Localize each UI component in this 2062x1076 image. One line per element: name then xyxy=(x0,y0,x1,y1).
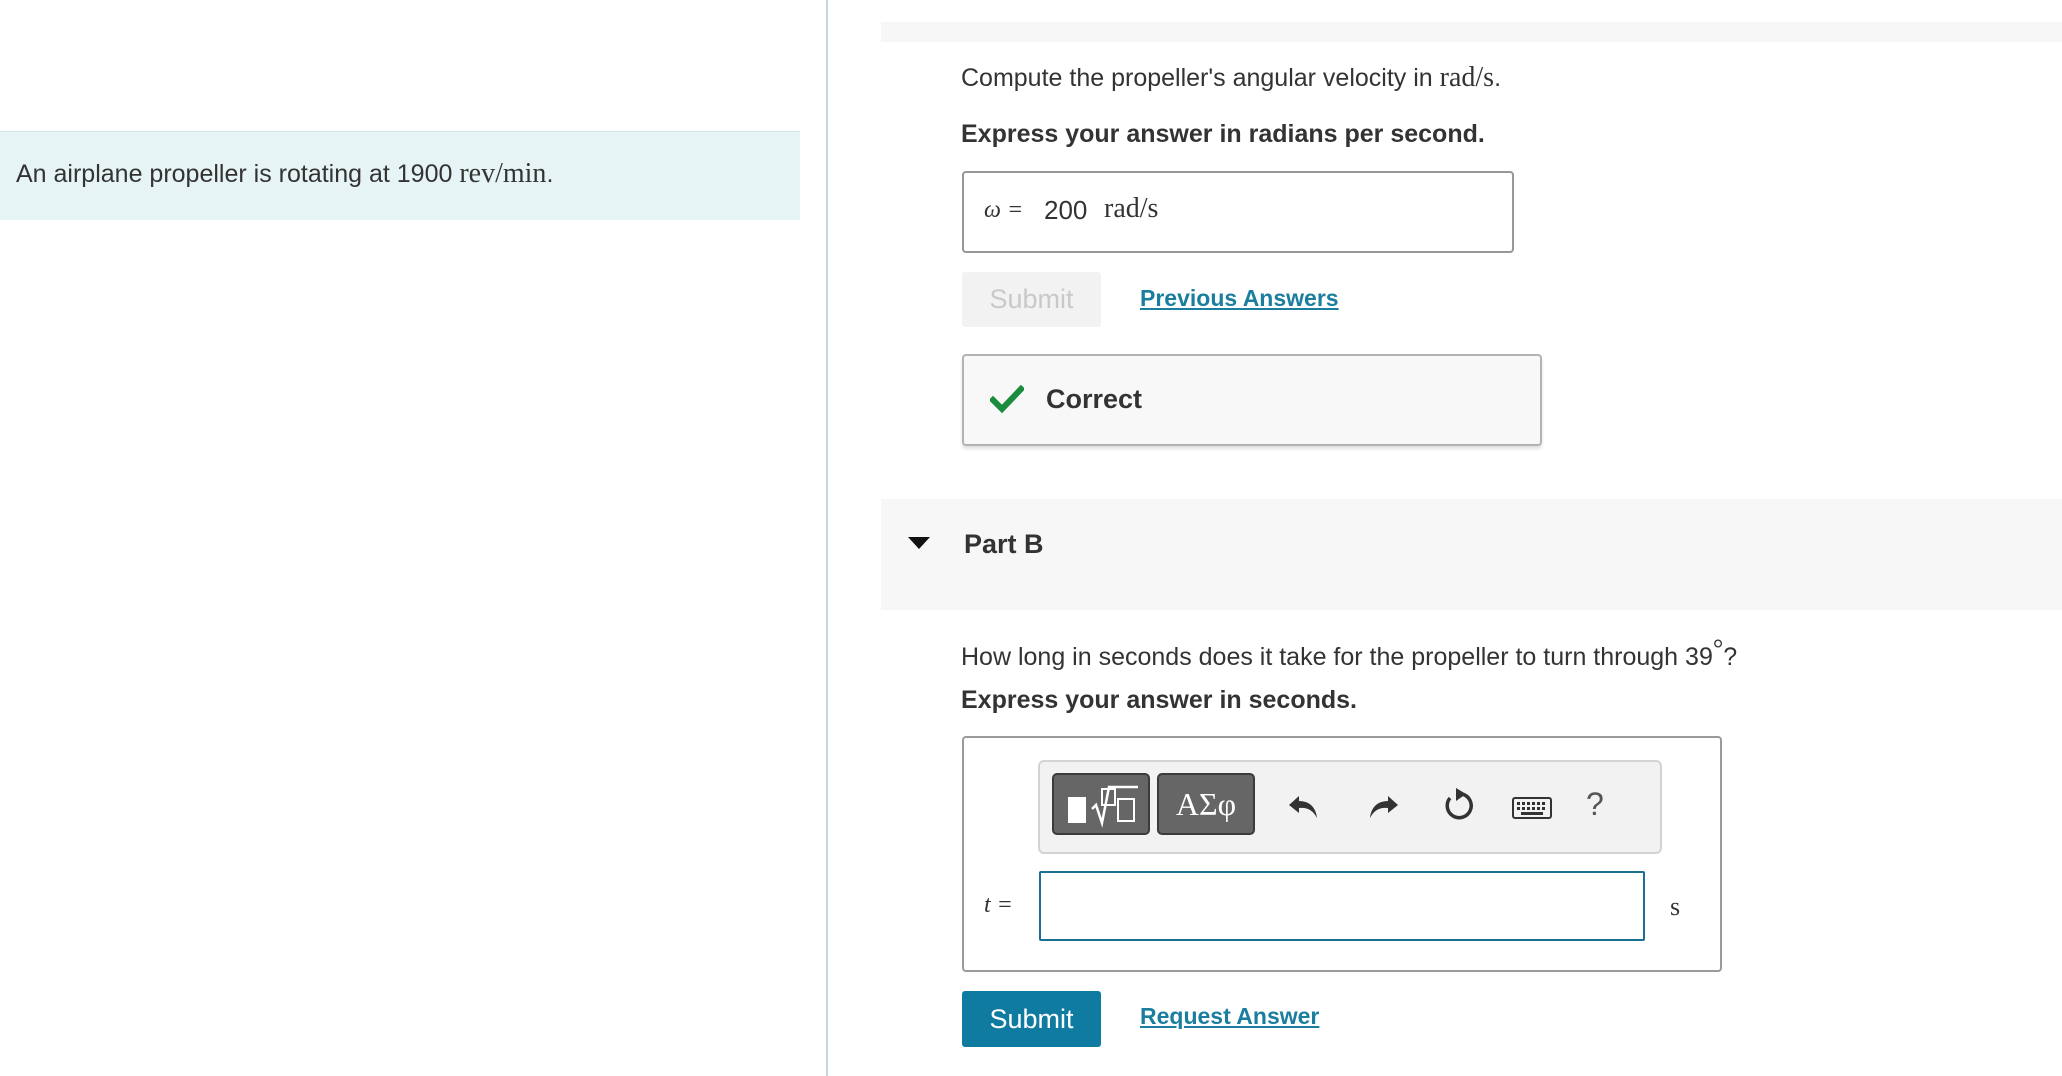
part-a-answer-box: ω = 200 rad/s xyxy=(962,171,1514,253)
request-answer-link[interactable]: Request Answer xyxy=(1140,1003,1319,1030)
panel-divider xyxy=(826,0,828,1076)
intro-text: An airplane propeller is rotating at 190… xyxy=(16,158,553,190)
part-b-instruction: Express your answer in seconds. xyxy=(961,686,1357,714)
omega-label: ω = xyxy=(984,197,1024,223)
feedback-box: Correct xyxy=(962,354,1542,446)
part-b-answer-unit: s xyxy=(1670,892,1681,921)
part-a-submit-button: Submit xyxy=(962,272,1101,327)
redo-icon[interactable] xyxy=(1362,786,1402,826)
part-b-submit-button[interactable]: Submit xyxy=(962,991,1101,1047)
intro-period: . xyxy=(546,160,554,188)
part-b-question-text: How long in seconds does it take for the… xyxy=(961,643,1713,671)
part-b-answer-box: ΑΣφ ? t = s xyxy=(962,736,1722,972)
reset-icon[interactable] xyxy=(1438,786,1478,826)
feedback-label: Correct xyxy=(1046,384,1143,414)
part-a-question-period: . xyxy=(1494,64,1502,92)
keyboard-icon[interactable] xyxy=(1510,786,1554,826)
greek-symbols-button[interactable]: ΑΣφ xyxy=(1157,773,1255,835)
intro-unit: rev/min xyxy=(459,158,547,189)
problem-intro: An airplane propeller is rotating at 190… xyxy=(0,131,800,220)
part-a-question-text: Compute the propeller's angular velocity… xyxy=(961,64,1440,92)
previous-answers-link[interactable]: Previous Answers xyxy=(1140,285,1339,312)
part-b-header[interactable]: Part B xyxy=(881,499,2062,610)
part-b-question-mark: ? xyxy=(1723,643,1738,671)
undo-icon[interactable] xyxy=(1285,786,1325,826)
checkmark-icon xyxy=(990,384,1024,414)
part-a-header-strip xyxy=(881,22,2062,42)
t-label: t = xyxy=(984,892,1013,918)
part-b-answer-input[interactable] xyxy=(1039,871,1645,941)
part-a-question-unit: rad/s xyxy=(1439,62,1495,93)
math-toolbar: ΑΣφ ? xyxy=(1038,760,1662,854)
intro-text-body: An airplane propeller is rotating at 190… xyxy=(16,160,460,188)
part-a-answer-value: 200 xyxy=(1044,195,1088,225)
caret-down-icon[interactable] xyxy=(907,535,931,551)
part-b-question: How long in seconds does it take for the… xyxy=(961,634,1737,672)
part-a-question: Compute the propeller's angular velocity… xyxy=(961,62,1501,94)
help-button[interactable]: ? xyxy=(1586,786,1604,823)
part-a-answer-unit: rad/s xyxy=(1104,193,1159,224)
template-sqrt-icon[interactable] xyxy=(1052,773,1150,835)
part-a-instruction: Express your answer in radians per secon… xyxy=(961,120,1485,148)
degree-symbol: ° xyxy=(1712,634,1724,663)
part-b-title: Part B xyxy=(964,529,1044,559)
